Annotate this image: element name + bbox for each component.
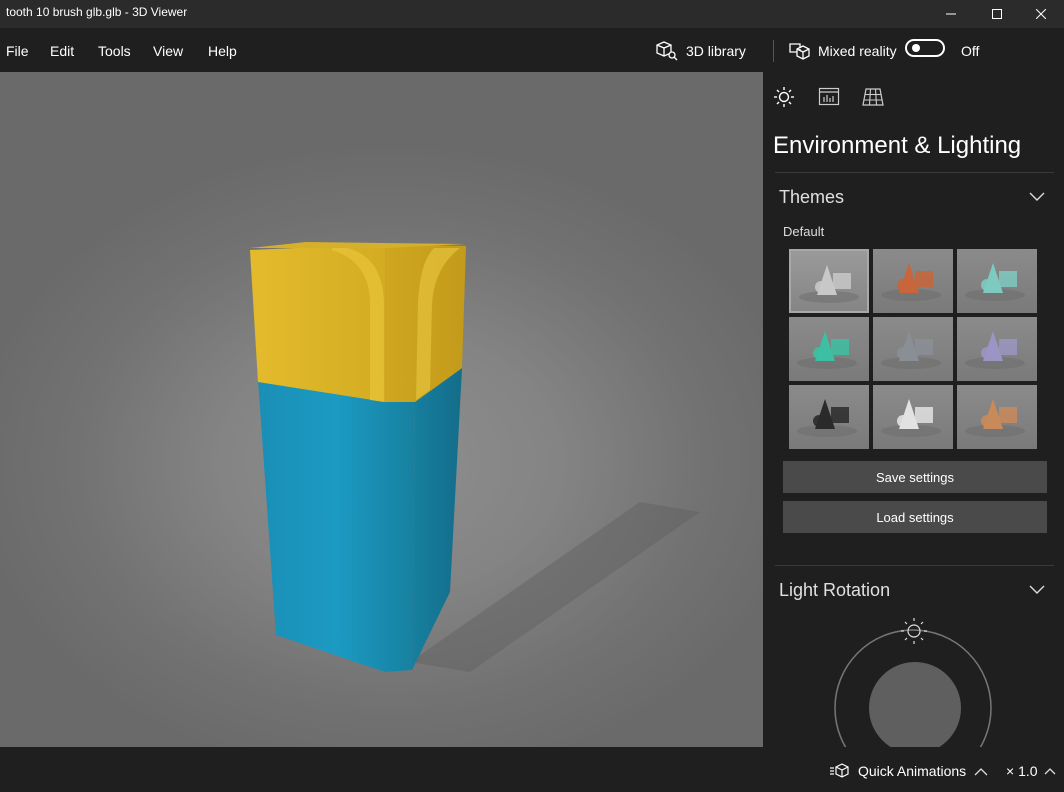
close-icon: [1036, 9, 1046, 19]
chevron-down-icon[interactable]: [1029, 192, 1045, 202]
quick-animations-button[interactable]: Quick Animations: [830, 763, 988, 779]
theme-preview-icon: [799, 265, 859, 303]
theme-thumbnail[interactable]: [789, 385, 869, 449]
tab-stats[interactable]: [818, 86, 840, 108]
maximize-icon: [992, 9, 1002, 19]
grid-icon: [862, 88, 884, 106]
speed-label: × 1.0: [1006, 763, 1038, 779]
menu-tools[interactable]: Tools: [98, 43, 131, 59]
themes-heading[interactable]: Themes: [779, 187, 844, 208]
theme-preview-icon: [965, 331, 1025, 369]
close-button[interactable]: [1018, 0, 1064, 28]
mixed-reality-button[interactable]: Mixed reality: [788, 40, 897, 62]
theme-thumbnail[interactable]: [789, 317, 869, 381]
theme-preview-icon: [881, 399, 941, 437]
chevron-up-icon: [1044, 768, 1055, 775]
light-sphere[interactable]: [869, 662, 961, 747]
light-rotation-heading[interactable]: Light Rotation: [779, 580, 890, 601]
menu-bar: File Edit Tools View Help 3D library Mix…: [0, 28, 1064, 72]
theme-preview-icon: [965, 399, 1025, 437]
tab-environment[interactable]: [773, 86, 795, 108]
library-button[interactable]: 3D library: [656, 40, 746, 62]
maximize-button[interactable]: [974, 0, 1020, 28]
animation-cube-icon: [830, 763, 849, 778]
cube-icon: [656, 41, 678, 61]
playback-speed-button[interactable]: × 1.0: [1006, 763, 1056, 779]
toggle-state-label: Off: [961, 43, 980, 59]
mixed-reality-toggle[interactable]: [905, 39, 945, 57]
theme-thumbnail[interactable]: [957, 249, 1037, 313]
mixed-reality-label: Mixed reality: [818, 43, 897, 59]
quick-animations-label: Quick Animations: [858, 763, 967, 779]
3d-viewport[interactable]: [0, 72, 763, 747]
mixed-reality-icon: [789, 43, 810, 60]
theme-preview-icon: [797, 399, 857, 437]
sun-icon: [774, 87, 794, 107]
minimize-icon: [946, 13, 956, 15]
theme-preview-icon: [965, 263, 1025, 301]
theme-thumbnail[interactable]: [873, 249, 953, 313]
chevron-down-icon[interactable]: [1029, 585, 1045, 595]
menu-view[interactable]: View: [153, 43, 183, 59]
toolbar-divider: [773, 40, 774, 62]
panel-title: Environment & Lighting: [773, 132, 1022, 159]
theme-preview-icon: [797, 331, 857, 369]
theme-preview-icon: [881, 263, 941, 301]
stats-icon: [818, 87, 840, 106]
minimize-button[interactable]: [928, 0, 974, 28]
theme-default-label: Default: [783, 224, 825, 239]
theme-thumbnail[interactable]: [789, 249, 869, 313]
theme-thumbnail[interactable]: [957, 385, 1037, 449]
tab-mesh[interactable]: [862, 86, 884, 108]
status-bar: Quick Animations × 1.0: [0, 747, 1064, 792]
menu-edit[interactable]: Edit: [50, 43, 74, 59]
load-settings-button[interactable]: Load settings: [783, 501, 1047, 533]
theme-thumbnail[interactable]: [873, 317, 953, 381]
light-rotation-dial[interactable]: [833, 615, 993, 747]
theme-thumbnail[interactable]: [957, 317, 1037, 381]
divider: [775, 565, 1054, 566]
divider: [775, 172, 1054, 173]
toggle-knob: [912, 44, 920, 52]
3d-model[interactable]: [0, 72, 763, 747]
title-bar: tooth 10 brush glb.glb - 3D Viewer: [0, 0, 1064, 28]
theme-thumbnail[interactable]: [873, 385, 953, 449]
window-title: tooth 10 brush glb.glb - 3D Viewer: [6, 5, 188, 19]
menu-help[interactable]: Help: [208, 43, 237, 59]
theme-preview-icon: [881, 331, 941, 369]
chevron-up-icon: [974, 767, 988, 775]
save-settings-button[interactable]: Save settings: [783, 461, 1047, 493]
menu-file[interactable]: File: [6, 43, 29, 59]
environment-panel: Environment & Lighting Themes Default Sa…: [763, 72, 1064, 747]
library-label: 3D library: [686, 43, 746, 59]
